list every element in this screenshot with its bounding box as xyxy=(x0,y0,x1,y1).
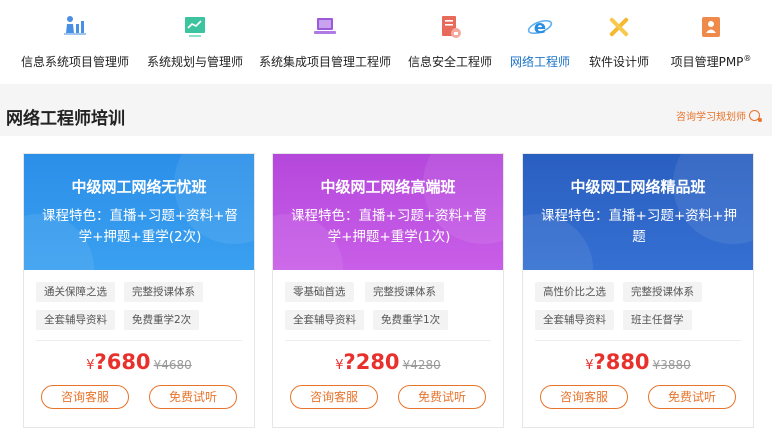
person-badge-icon xyxy=(702,17,720,37)
tools-cross-icon xyxy=(609,17,629,37)
price-row: ¥?280 ¥4280 xyxy=(273,350,503,374)
sale-price: ?280 xyxy=(343,350,400,374)
free-trial-button[interactable]: 免费试听 xyxy=(398,385,486,409)
divider xyxy=(36,340,242,341)
nav-label: 系统规划与管理师 xyxy=(146,55,243,69)
sale-price: ?680 xyxy=(94,350,151,374)
svg-text:e: e xyxy=(534,17,546,38)
currency: ¥ xyxy=(585,358,594,373)
tag: 通关保障之选 xyxy=(36,282,115,302)
nav-label: 信息系统项目管理师 xyxy=(20,55,129,69)
laptop-icon xyxy=(314,18,336,34)
card-header: 中级网工网络无忧班 课程特色：直播+习题+资料+督学+押题+重学(2次) xyxy=(24,154,254,270)
tag: 免费重学1次 xyxy=(373,310,449,330)
chart-person-icon xyxy=(64,16,86,35)
course-card-gaoduan: 中级网工网络高端班 课程特色：直播+习题+资料+督学+押题+重学(1次) 零基础… xyxy=(272,153,504,428)
nav-label: 网络工程师 xyxy=(509,55,570,69)
price-row: ¥?680 ¥4680 xyxy=(24,350,254,374)
card-desc: 课程特色：直播+习题+资料+督学+押题+重学(2次) xyxy=(42,208,238,245)
consult-service-button[interactable]: 咨询客服 xyxy=(290,385,378,409)
original-price: ¥3880 xyxy=(652,358,691,372)
consult-planner-link[interactable]: 咨询学习规划师 xyxy=(676,108,762,123)
course-card-jingpin: 中级网工网络精品班 课程特色：直播+习题+资料+押题 高性价比之选 完整授课体系… xyxy=(522,153,754,428)
card-title: 中级网工网络精品班 xyxy=(570,178,706,196)
consult-label: 咨询学习规划师 xyxy=(676,112,746,123)
tag: 免费重学2次 xyxy=(124,310,200,330)
tag: 零基础首选 xyxy=(285,282,354,302)
currency: ¥ xyxy=(335,358,344,373)
monitor-chart-icon xyxy=(185,17,205,37)
browser-e-icon: e xyxy=(527,17,553,38)
nav-label: 信息安全工程师 xyxy=(407,55,492,69)
nav-item-network-engineer[interactable]: e 网络工程师 xyxy=(504,0,576,84)
nav-item-system-planning[interactable]: 系统规划与管理师 xyxy=(142,0,248,84)
card-desc: 课程特色：直播+习题+资料+押题 xyxy=(541,208,737,245)
original-price: ¥4680 xyxy=(153,358,192,372)
divider xyxy=(535,340,741,341)
divider xyxy=(285,340,491,341)
sale-price: ?880 xyxy=(593,350,650,374)
tag: 班主任督学 xyxy=(623,310,692,330)
nav-label: 项目管理PMP® xyxy=(670,54,752,69)
free-trial-button[interactable]: 免费试听 xyxy=(149,385,237,409)
tag: 完整授课体系 xyxy=(623,282,702,302)
nav-label: 系统集成项目管理工程师 xyxy=(258,55,391,69)
card-header: 中级网工网络精品班 课程特色：直播+习题+资料+押题 xyxy=(523,154,753,270)
card-header: 中级网工网络高端班 课程特色：直播+习题+资料+督学+押题+重学(1次) xyxy=(273,154,503,270)
nav-item-pmp[interactable]: 项目管理PMP® xyxy=(662,0,760,84)
card-desc: 课程特色：直播+习题+资料+督学+押题+重学(1次) xyxy=(291,208,487,245)
course-card-wuyou: 中级网工网络无忧班 课程特色：直播+习题+资料+督学+押题+重学(2次) 通关保… xyxy=(23,153,255,428)
nav-item-info-system-pm[interactable]: 信息系统项目管理师 xyxy=(8,0,142,84)
tag: 完整授课体系 xyxy=(124,282,203,302)
original-price: ¥4280 xyxy=(402,358,441,372)
free-trial-button[interactable]: 免费试听 xyxy=(648,385,736,409)
price-row: ¥?880 ¥3880 xyxy=(523,350,753,374)
consult-service-button[interactable]: 咨询客服 xyxy=(540,385,628,409)
tag: 全套辅导资料 xyxy=(535,310,614,330)
nav-item-system-integration[interactable]: 系统集成项目管理工程师 xyxy=(255,0,395,84)
currency: ¥ xyxy=(86,358,95,373)
headset-icon xyxy=(749,110,762,122)
tag: 全套辅导资料 xyxy=(285,310,364,330)
nav-item-software-designer[interactable]: 软件设计师 xyxy=(582,0,656,84)
section-title: 网络工程师培训 xyxy=(6,109,125,129)
shield-doc-icon xyxy=(442,16,461,38)
card-title: 中级网工网络高端班 xyxy=(320,178,456,196)
course-category-nav: 信息系统项目管理师 系统规划与管理师 系统集成项目管理工程师 信息安全工程师 e… xyxy=(0,0,772,84)
nav-item-info-security[interactable]: 信息安全工程师 xyxy=(402,0,498,84)
consult-service-button[interactable]: 咨询客服 xyxy=(41,385,129,409)
tag: 全套辅导资料 xyxy=(36,310,115,330)
nav-label: 软件设计师 xyxy=(588,55,649,69)
card-title: 中级网工网络无忧班 xyxy=(71,178,207,196)
tag: 高性价比之选 xyxy=(535,282,614,302)
tag: 完整授课体系 xyxy=(365,282,444,302)
